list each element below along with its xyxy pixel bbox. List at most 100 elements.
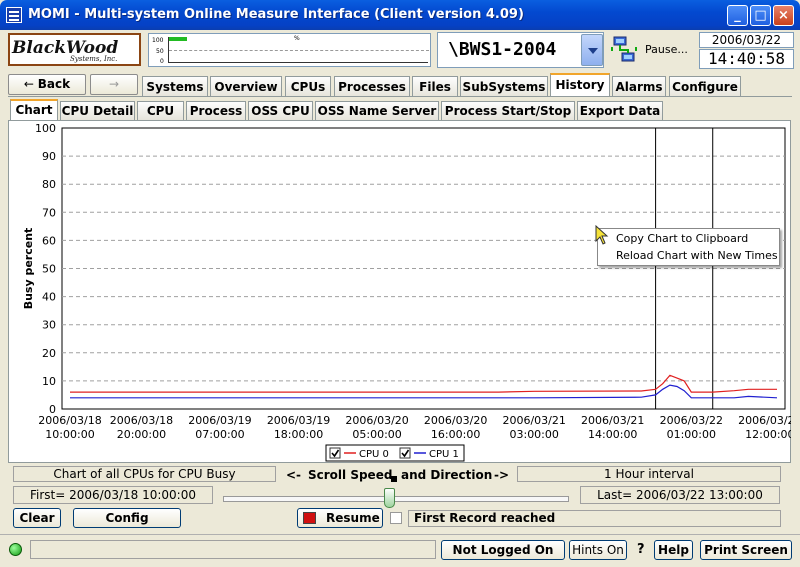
x-tick-time-label: 12:00:00 (745, 428, 791, 441)
y-tick-label: 60 (42, 234, 56, 247)
x-tick-time-label: 20:00:00 (117, 428, 166, 441)
subtab-cpu-detail[interactable]: CPU Detail (60, 101, 135, 121)
y-tick-label: 30 (42, 319, 56, 332)
record-checkbox[interactable] (390, 512, 402, 524)
back-label: Back (37, 77, 71, 91)
last-record-time: Last= 2006/03/22 13:00:00 (580, 486, 780, 504)
x-tick-time-label: 18:00:00 (274, 428, 323, 441)
y-tick-label: 20 (42, 347, 56, 360)
window-title: MOMI - Multi-system Online Measure Inter… (28, 7, 524, 22)
resume-button[interactable]: Resume (297, 508, 383, 528)
config-button[interactable]: Config (73, 508, 181, 528)
forward-arrow-icon: → (108, 77, 120, 91)
mini-graph-label-50: 50 (156, 48, 164, 55)
x-tick-date-label: 2006/03/22 (660, 414, 723, 427)
mini-graph-midline (169, 50, 429, 51)
x-tick-date-label: 2006/03/19 (188, 414, 251, 427)
system-select[interactable]: \BWS1-2004 (437, 32, 604, 68)
scroll-speed-label: Scroll Speed (308, 468, 393, 482)
x-tick-time-label: 01:00:00 (667, 428, 716, 441)
x-tick-time-label: 14:00:00 (588, 428, 637, 441)
subtab-oss-name-server[interactable]: OSS Name Server (315, 101, 439, 121)
x-tick-date-label: 2006/03/18 (38, 414, 101, 427)
cpu-busy-chart[interactable]: 0102030405060708090100Busy percent2006/0… (8, 120, 791, 463)
scroll-center-marker (391, 476, 397, 482)
subtab-oss-cpu[interactable]: OSS CPU (248, 101, 313, 121)
resume-label: Resume (326, 511, 380, 525)
x-tick-time-label: 10:00:00 (45, 428, 94, 441)
legend-label: CPU 0 (359, 449, 389, 460)
status-message-field (30, 540, 436, 559)
current-time: 14:40:58 (699, 49, 794, 69)
x-tick-date-label: 2006/03/21 (502, 414, 565, 427)
scroll-direction-label: and Direction (401, 468, 493, 482)
tab-configure[interactable]: Configure (669, 76, 741, 97)
y-tick-label: 80 (42, 178, 56, 191)
mouse-cursor-icon (595, 225, 609, 245)
login-button[interactable]: Not Logged On (441, 540, 565, 560)
company-logo: BlackWood Systems, Inc. (8, 33, 141, 66)
scroll-slider-thumb[interactable] (384, 488, 396, 508)
minimize-button[interactable]: _ (727, 5, 748, 26)
hints-button[interactable]: Hints On (569, 540, 627, 560)
back-button[interactable]: ← Back (8, 74, 86, 95)
subtab-export-data[interactable]: Export Data (577, 101, 663, 121)
maximize-button[interactable]: □ (750, 5, 771, 26)
app-icon[interactable] (6, 7, 22, 23)
y-tick-label: 70 (42, 206, 56, 219)
network-computers-icon (611, 36, 637, 62)
question-icon[interactable]: ? (637, 542, 645, 557)
tab-systems[interactable]: Systems (142, 76, 208, 97)
x-tick-time-label: 03:00:00 (509, 428, 558, 441)
clear-button[interactable]: Clear (13, 508, 61, 528)
pause-label: Pause... (645, 43, 688, 56)
subtab-process[interactable]: Process (186, 101, 246, 121)
tab-processes[interactable]: Processes (334, 76, 410, 97)
connection-status-icon (9, 543, 22, 556)
subtab-chart[interactable]: Chart (10, 99, 58, 121)
close-button[interactable]: × (773, 5, 794, 26)
subtab-cpu[interactable]: CPU (137, 101, 184, 121)
x-tick-date-label: 2006/03/21 (581, 414, 644, 427)
tab-files[interactable]: Files (412, 76, 458, 97)
tab-subsystems[interactable]: SubSystems (460, 76, 548, 97)
y-axis-label: Busy percent (22, 228, 35, 310)
stop-record-icon (303, 512, 316, 524)
y-tick-label: 100 (35, 122, 56, 135)
help-button[interactable]: Help (654, 540, 693, 560)
mini-graph-area: % (168, 35, 429, 63)
system-name: \BWS1-2004 (448, 39, 557, 60)
print-screen-button[interactable]: Print Screen (700, 540, 792, 560)
mini-graph-label-0: 0 (160, 58, 164, 65)
menu-item-reload-chart[interactable]: Reload Chart with New Times (616, 249, 778, 262)
record-status: First Record reached (408, 510, 781, 527)
legend-label: CPU 1 (429, 449, 459, 460)
subtab-process-start-stop[interactable]: Process Start/Stop (441, 101, 575, 121)
scroll-left-label: <- (286, 468, 302, 482)
x-tick-time-label: 05:00:00 (352, 428, 401, 441)
logo-sub-text: Systems, Inc. (70, 55, 118, 63)
tab-cpus[interactable]: CPUs (285, 76, 331, 97)
chart-context-menu: Copy Chart to Clipboard Reload Chart wit… (597, 228, 780, 266)
current-date: 2006/03/22 (699, 32, 794, 48)
chart-description: Chart of all CPUs for CPU Busy (13, 466, 276, 482)
x-tick-date-label: 2006/03/20 (424, 414, 487, 427)
tab-divider (8, 96, 792, 97)
x-tick-time-label: 16:00:00 (431, 428, 480, 441)
y-tick-label: 90 (42, 150, 56, 163)
pause-button[interactable]: Pause... (607, 32, 696, 68)
first-record-time: First= 2006/03/18 10:00:00 (13, 486, 213, 504)
x-tick-date-label: 2006/03/19 (267, 414, 330, 427)
mini-cpu-graph: 100 50 0 % (148, 33, 431, 67)
x-tick-date-label: 2006/03/22 (738, 414, 791, 427)
forward-button[interactable]: → (90, 74, 138, 95)
menu-item-copy-chart[interactable]: Copy Chart to Clipboard (616, 232, 748, 245)
y-tick-label: 40 (42, 291, 56, 304)
scroll-slider-track[interactable] (223, 496, 569, 502)
tab-overview[interactable]: Overview (210, 76, 282, 97)
tab-history[interactable]: History (550, 73, 610, 97)
chevron-down-icon[interactable] (581, 34, 603, 66)
mini-graph-bar (169, 37, 188, 41)
tab-alarms[interactable]: Alarms (612, 76, 666, 97)
scroll-right-label: -> (494, 468, 510, 482)
